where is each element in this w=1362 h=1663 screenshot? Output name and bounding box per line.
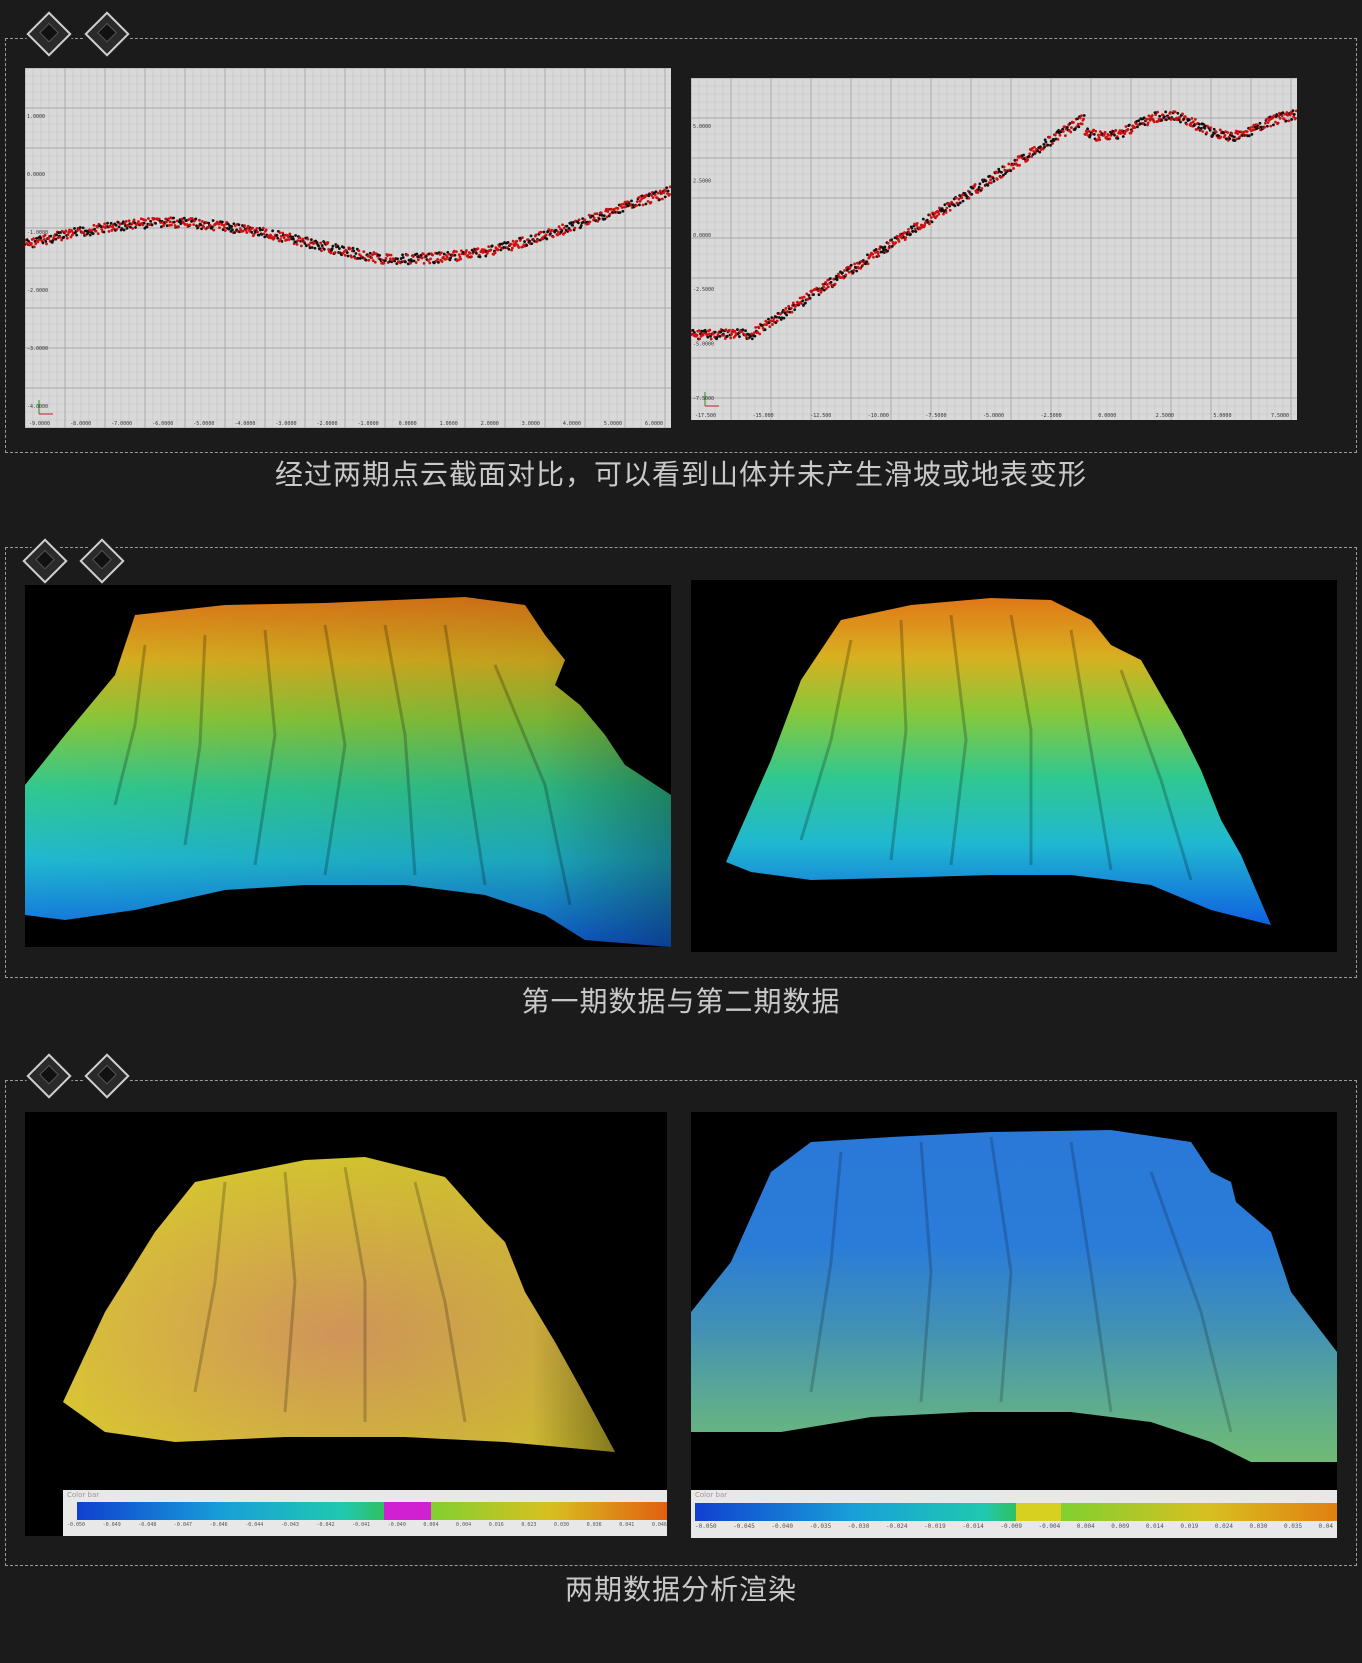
y-tick-label: 0.0000	[27, 172, 45, 178]
colorbar-left-gradient	[77, 1502, 667, 1520]
colorbar-right-title: Color bar	[695, 1491, 728, 1499]
deviation-render-left: Color bar -0.050 -0.049 -0.048 -0.047 -0.046…	[25, 1112, 667, 1536]
colorbar-tick: 0.024	[1214, 1523, 1233, 1530]
colorbar-tick: 0.009	[1111, 1523, 1130, 1530]
colorbar-tick: 0.036	[586, 1522, 602, 1528]
x-tick-label: 2.5000	[1156, 413, 1174, 419]
colorbar-tick: 0.035	[1284, 1523, 1303, 1530]
x-tick-label: -8.0000	[70, 421, 91, 427]
colorbar-tick: 0.004	[1076, 1523, 1095, 1530]
x-tick-label: 6.0000	[645, 421, 663, 427]
x-tick-label: -17.500	[695, 413, 716, 419]
colorbar-tick: 0.019	[1180, 1523, 1199, 1530]
colorbar-tick: 0.046	[651, 1522, 667, 1528]
colorbar-tick: 0.030	[553, 1522, 570, 1528]
y-tick-label: -2.0000	[27, 288, 48, 294]
colorbar-tick: -0.049	[102, 1522, 121, 1528]
cross-section-chart-left: 1.0000 0.0000 -1.0000 -2.0000 -3.0000 -4.0000…	[25, 68, 671, 428]
y-tick-label: 5.0000	[693, 124, 711, 130]
colorbar-tick: -0.019	[924, 1523, 946, 1530]
section2-caption: 第一期数据与第二期数据	[521, 985, 841, 1018]
x-tick-label: 0.0000	[399, 421, 417, 427]
x-tick-label: -7.0000	[111, 421, 132, 427]
deviation-render-right: Color bar -0.050 -0.045 -0.040 -0.035 -0.030…	[691, 1112, 1337, 1538]
y-tick-label: -5.0000	[693, 342, 714, 348]
x-tick-label: 1.0000	[440, 421, 458, 427]
x-tick-label: -12.500	[810, 413, 831, 419]
colorbar-tick: 0.004	[423, 1522, 439, 1528]
colorbar-right-gradient	[695, 1503, 1337, 1521]
colorbar-tick: 0.016	[488, 1522, 504, 1528]
x-tick-label: 7.5000	[1271, 413, 1289, 419]
colorbar-tick: -0.045	[733, 1523, 755, 1530]
colorbar-tick: -0.048	[138, 1522, 157, 1528]
colorbar-tick: -0.041	[352, 1522, 371, 1528]
colorbar-tick: -0.014	[962, 1523, 984, 1530]
colorbar-tick: 0.014	[1145, 1523, 1164, 1530]
colorbar-tick: -0.043	[280, 1522, 299, 1528]
y-tick-label: -3.0000	[27, 346, 48, 352]
colorbar-left-ticks: -0.050 -0.049 -0.048 -0.047 -0.046 -0.044 -0.0…	[67, 1522, 667, 1534]
colorbar-tick: -0.042	[316, 1522, 335, 1528]
x-tick-label: -5.0000	[983, 413, 1004, 419]
x-tick-label: -9.0000	[29, 421, 50, 427]
terrain-model-phase1	[25, 585, 671, 947]
y-tick-label: -2.5000	[693, 287, 714, 293]
x-tick-label: 4.0000	[563, 421, 581, 427]
y-tick-label: -4.0000	[27, 404, 48, 410]
terrain-model-phase2	[691, 580, 1337, 952]
x-tick-label: 0.0000	[1098, 413, 1116, 419]
x-tick-label: -7.5000	[925, 413, 946, 419]
section1-caption: 经过两期点云截面对比，可以看到山体并未产生滑坡或地表变形	[274, 458, 1087, 491]
x-tick-label: -2.0000	[316, 421, 337, 427]
colorbar-left: Color bar -0.050 -0.049 -0.048 -0.047 -0.046…	[63, 1490, 667, 1536]
colorbar-tick: -0.050	[695, 1523, 717, 1530]
colorbar-tick: 0.041	[619, 1522, 635, 1528]
colorbar-tick: -0.030	[847, 1523, 870, 1530]
colorbar-tick: 0.030	[1249, 1523, 1268, 1530]
colorbar-left-title: Color bar	[67, 1491, 100, 1499]
x-tick-label: -4.0000	[234, 421, 255, 427]
colorbar-tick: -0.009	[1000, 1523, 1023, 1530]
x-tick-label: 2.0000	[481, 421, 499, 427]
colorbar-right: Color bar -0.050 -0.045 -0.040 -0.035 -0.030…	[691, 1490, 1337, 1538]
x-tick-label: -10.000	[868, 413, 889, 419]
x-tick-label: -15.000	[753, 413, 774, 419]
y-tick-label: 1.0000	[27, 114, 45, 120]
colorbar-right-ticks: -0.050 -0.045 -0.040 -0.035 -0.030 -0.024 -0.0…	[695, 1523, 1333, 1535]
x-tick-label: -5.0000	[193, 421, 214, 427]
colorbar-tick: 0.023	[521, 1522, 537, 1528]
colorbar-tick: 0.004	[456, 1522, 472, 1528]
section3-caption: 两期数据分析渲染	[564, 1573, 797, 1606]
y-tick-label: -7.5000	[693, 396, 714, 402]
colorbar-tick: -0.047	[173, 1522, 192, 1528]
colorbar-tick: -0.040	[771, 1523, 794, 1530]
y-tick-label: 0.0000	[693, 233, 711, 239]
x-tick-label: 3.0000	[522, 421, 540, 427]
x-tick-label: -6.0000	[152, 421, 173, 427]
colorbar-tick: -0.040	[387, 1522, 406, 1528]
x-tick-label: -2.5000	[1041, 413, 1062, 419]
colorbar-tick: -0.046	[209, 1522, 228, 1528]
colorbar-tick: -0.004	[1038, 1523, 1061, 1530]
colorbar-tick: -0.044	[245, 1522, 264, 1528]
x-tick-label: 5.0000	[1213, 413, 1231, 419]
y-tick-label: 2.5000	[693, 178, 711, 184]
x-tick-label: -3.0000	[275, 421, 296, 427]
colorbar-tick: 0.04	[1318, 1523, 1333, 1530]
x-tick-label: 5.0000	[604, 421, 622, 427]
x-tick-label: -1.0000	[358, 421, 379, 427]
colorbar-tick: -0.035	[809, 1523, 832, 1530]
cross-section-chart-right: 5.0000 2.5000 0.0000 -2.5000 -5.0000 -7.5000 -…	[691, 78, 1297, 420]
colorbar-tick: -0.024	[885, 1523, 908, 1530]
colorbar-tick: -0.050	[67, 1522, 86, 1528]
